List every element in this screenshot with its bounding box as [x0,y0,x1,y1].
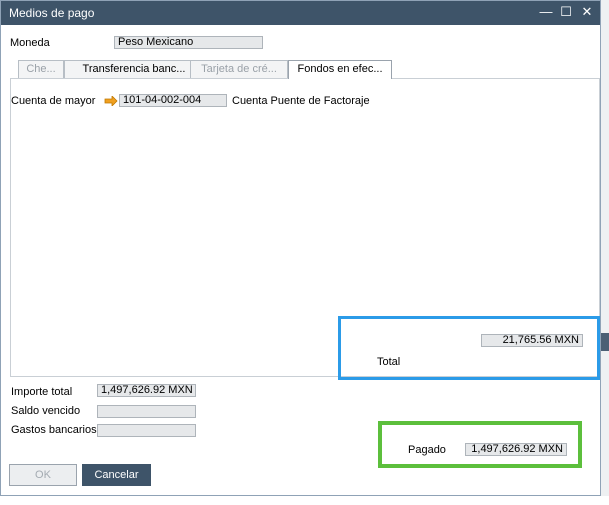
maximize-icon[interactable]: ☐ [557,3,575,21]
overdue-balance-field[interactable] [97,405,196,418]
overdue-balance-label: Saldo vencido [11,405,81,417]
tab-check[interactable]: Che... [18,60,64,78]
background-row-marker [601,333,609,351]
total-amount-field[interactable]: 1,497,626.92 MXN [97,384,196,397]
window-title: Medios de pago [9,6,95,20]
currency-field[interactable]: Peso Mexicano [114,36,263,49]
currency-label: Moneda [10,37,50,49]
account-field[interactable]: 101-04-002-004 [119,94,227,107]
total-highlight-box [338,316,600,380]
minimize-icon[interactable]: — [537,3,555,21]
ok-button[interactable]: OK [9,464,77,486]
background-window-bottom [0,496,609,505]
bank-charges-label: Gastos bancarios [11,424,97,436]
title-bar: Medios de pago — ☐ ✕ [1,1,600,25]
total-amount-label: Importe total [11,386,73,398]
close-icon[interactable]: ✕ [578,3,596,21]
bank-charges-field[interactable] [97,424,196,437]
background-window-edge [601,0,609,505]
tab-bank-transfer[interactable]: Transferencia banc... [64,60,204,78]
cancel-button[interactable]: Cancelar [82,464,151,486]
tab-credit-card[interactable]: Tarjeta de cré... [190,60,288,78]
paid-highlight-box [378,421,582,468]
account-label: Cuenta de mayor [11,95,96,107]
account-name: Cuenta Puente de Factoraje [232,95,370,107]
tab-cash[interactable]: Fondos en efec... [288,60,392,79]
link-arrow-icon[interactable] [104,96,118,106]
